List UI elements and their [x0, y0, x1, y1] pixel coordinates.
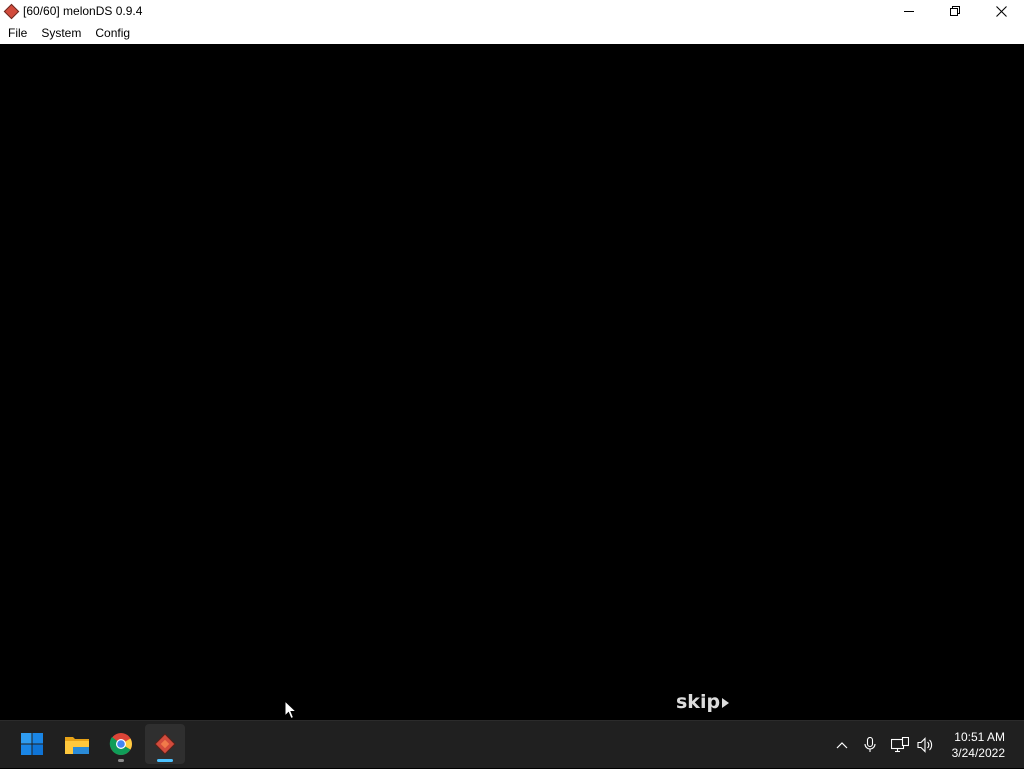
menu-bar: File System Config	[0, 22, 1024, 44]
emulator-screen[interactable]: skip	[0, 44, 1024, 720]
menu-config[interactable]: Config	[88, 22, 137, 44]
melonds-icon	[154, 733, 176, 755]
title-bar: [60/60] melonDS 0.9.4	[0, 0, 1024, 22]
menu-system[interactable]: System	[34, 22, 88, 44]
show-hidden-icons-button[interactable]	[832, 721, 852, 769]
taskbar: 10:51 AM 3/24/2022	[0, 720, 1024, 768]
microphone-icon	[864, 737, 876, 752]
minimize-icon	[904, 11, 914, 12]
menu-file[interactable]: File	[0, 22, 34, 44]
windows-start-icon	[21, 733, 43, 755]
minimize-button[interactable]	[886, 0, 932, 22]
close-button[interactable]	[978, 0, 1024, 22]
volume-button[interactable]	[915, 721, 937, 769]
network-button[interactable]	[889, 721, 911, 769]
restore-button[interactable]	[932, 0, 978, 22]
chrome-icon	[109, 733, 132, 755]
skip-label: skip	[676, 691, 721, 713]
file-explorer-icon	[65, 737, 89, 754]
clock-date: 3/24/2022	[951, 746, 1005, 760]
melonds-taskbar-button[interactable]	[145, 724, 185, 764]
skip-button[interactable]: skip	[676, 691, 730, 713]
window-controls	[886, 0, 1024, 22]
play-arrow-icon	[722, 697, 730, 708]
mouse-cursor-icon	[284, 700, 298, 720]
restore-icon	[950, 6, 960, 16]
start-button[interactable]	[12, 724, 52, 764]
window-title: [60/60] melonDS 0.9.4	[23, 4, 143, 18]
active-indicator	[157, 759, 173, 762]
close-icon	[995, 5, 1007, 17]
clock[interactable]: 10:51 AM 3/24/2022	[952, 729, 1005, 761]
network-icon	[891, 737, 909, 753]
volume-icon	[917, 737, 933, 753]
microphone-button[interactable]	[860, 721, 880, 769]
clock-time: 10:51 AM	[954, 730, 1005, 744]
file-explorer-button[interactable]	[57, 724, 97, 764]
chevron-up-icon	[836, 742, 848, 749]
chrome-button[interactable]	[101, 724, 141, 764]
melonds-app-icon[interactable]	[3, 3, 20, 20]
running-indicator	[118, 759, 124, 762]
